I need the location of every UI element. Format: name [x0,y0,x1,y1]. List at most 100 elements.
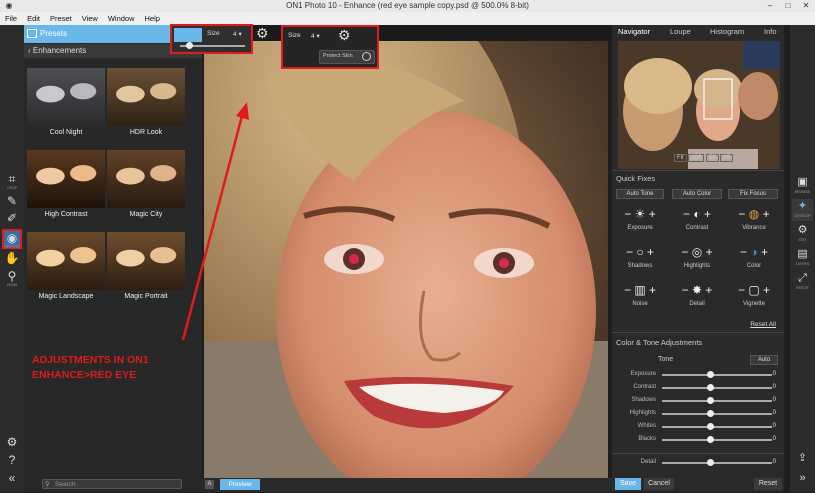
preset-high-contrast[interactable]: High Contrast [27,150,105,226]
size-dropdown-2[interactable]: 4 ▾ [311,32,320,40]
module-resize[interactable]: ⤢ RESIZE [792,271,813,293]
slider-knob[interactable] [707,371,714,378]
red-eye-icon: ◉ [6,231,18,245]
auto-tone-button[interactable]: Auto Tone [616,189,664,199]
hand-tool[interactable]: ✋ [2,251,22,271]
size-dropdown[interactable]: 4 ▾ [233,30,242,38]
preview-button[interactable]: Preview [220,479,260,490]
preset-magic-city[interactable]: Magic City [107,150,185,226]
menu-preset[interactable]: Preset [45,12,77,25]
help-tool[interactable]: ? [2,453,22,473]
vignette-icon: − ▢ + [737,283,771,297]
quick-fix-highlights[interactable]: − ◎ + Highlights [669,241,725,269]
preset-magic-portrait[interactable]: Magic Portrait [107,232,185,308]
app-icon[interactable]: ◉ [0,0,18,12]
save-button[interactable]: Save [615,478,641,490]
share-button[interactable]: ⇪ [792,451,813,473]
minimize-icon[interactable]: – [761,0,779,12]
quick-fix-exposure[interactable]: − ☀ + Exposure [612,203,668,231]
red-eye-tool[interactable]: ◉ RED EYE [2,229,22,249]
tab-navigator[interactable]: Navigator [618,27,650,36]
slider-knob[interactable] [707,410,714,417]
canvas-bottom-bar: A Preview [202,478,612,492]
crop-tool[interactable]: ⌗ CROP [2,172,22,192]
effects-icon: ⚙ [797,224,808,236]
slider-knob[interactable] [707,459,714,466]
menu-file[interactable]: File [0,12,22,25]
reset-button[interactable]: Reset [754,478,782,490]
protect-skin-toggle[interactable]: Protect Skin [319,50,375,64]
shadows-slider[interactable]: Shadows 0 [612,395,784,406]
maximize-icon[interactable]: □ [779,0,797,12]
cancel-button[interactable]: Cancel [644,478,674,490]
settings-tool[interactable]: ⚙ [2,435,22,455]
slider-knob[interactable] [707,423,714,430]
tool-strip: ⌗ CROP ✎ ✐ ◉ RED EYE ✋ ⚲ ZOOM ⚙ ? « [0,25,24,492]
navigator-preview[interactable] [618,41,780,169]
brush-size-popover: Size 4 ▾ [170,24,253,54]
title-bar: ◉ ON1 Photo 10 - Enhance (red eye sample… [0,0,815,12]
auto-button[interactable]: Auto [750,355,778,365]
tab-histogram[interactable]: Histogram [710,27,744,36]
zoom-50-button[interactable]: 50 [706,154,719,162]
chevron-down-icon: ▾ [238,31,242,38]
reset-all-link[interactable]: Reset All [750,321,776,328]
zoom-100-button[interactable]: 100 [688,154,705,162]
collapse-right-button[interactable]: » [792,471,813,493]
whites-slider[interactable]: Whites 0 [612,421,784,432]
close-icon[interactable]: ✕ [797,0,815,12]
contrast-icon: − ◐ + [683,207,711,221]
highlights-slider[interactable]: Highlights 0 [612,408,784,419]
quick-fix-shadows[interactable]: − ○ + Shadows [612,241,668,269]
fix-focus-button[interactable]: Fix Focus [728,189,778,199]
menu-window[interactable]: Window [103,12,140,25]
gear-icon[interactable]: ⚙ [256,25,269,42]
blacks-slider[interactable]: Blacks 0 [612,434,784,445]
quick-fix-vignette[interactable]: − ▢ + Vignette [726,279,782,307]
adjustment-brush-icon: ✐ [6,211,18,225]
auto-color-button[interactable]: Auto Color [672,189,722,199]
quick-fix-color[interactable]: − ◑ + Color [726,241,782,269]
tab-loupe[interactable]: Loupe [670,27,691,36]
collapse-left-tool[interactable]: « [2,471,22,491]
exposure-slider[interactable]: Exposure 0 [612,369,784,380]
preset-thumbnail [27,232,105,290]
menu-edit[interactable]: Edit [22,12,45,25]
module-develop[interactable]: ✦ DEVELOP [792,199,813,221]
develop-icon: ✦ [797,200,808,212]
tone-label: Tone [658,356,674,363]
preset-cool-night[interactable]: Cool Night [27,68,105,144]
module-browse[interactable]: ▣ BROWSE [792,175,813,197]
tab-info[interactable]: Info [764,27,777,36]
module-layers[interactable]: ▤ LAYERS [792,247,813,269]
divider [612,170,784,171]
zoom-25-button[interactable]: 25 [720,154,734,162]
search-input[interactable]: ⚲ Search [42,479,182,489]
slider-knob[interactable] [707,384,714,391]
share-icon: ⇪ [797,452,808,464]
zoom-tool[interactable]: ⚲ ZOOM [2,269,22,289]
gear-icon[interactable]: ⚙ [338,27,351,44]
menu-view[interactable]: View [77,12,103,25]
slider-knob[interactable] [707,436,714,443]
divider [612,332,784,333]
size-slider-knob[interactable] [186,42,193,49]
menu-help[interactable]: Help [140,12,165,25]
preset-magic-landscape[interactable]: Magic Landscape [27,232,105,308]
quick-fix-detail[interactable]: − ✸ + Detail [669,279,725,307]
compare-icon[interactable]: A [205,480,214,489]
preset-thumbnail [27,68,105,126]
photo-canvas[interactable] [204,41,608,478]
slider-knob[interactable] [707,397,714,404]
quick-fix-noise[interactable]: − ▥ + Noise [612,279,668,307]
module-effects[interactable]: ⚙ EDIT [792,223,813,245]
quick-fix-contrast[interactable]: − ◐ + Contrast [669,203,725,231]
detail-slider[interactable]: Detail 0 [612,457,784,468]
preset-hdr-look[interactable]: HDR Look [107,68,185,144]
quick-fix-vibrance[interactable]: − ◍ + Vibrance [726,203,782,231]
zoom-fit-button[interactable]: Fit [674,154,687,162]
contrast-slider[interactable]: Contrast 0 [612,382,784,393]
quick-fixes-title: Quick Fixes [616,174,656,183]
adjustment-brush-tool[interactable]: ✐ [2,211,22,231]
double-chevron-right-icon: » [799,472,806,484]
